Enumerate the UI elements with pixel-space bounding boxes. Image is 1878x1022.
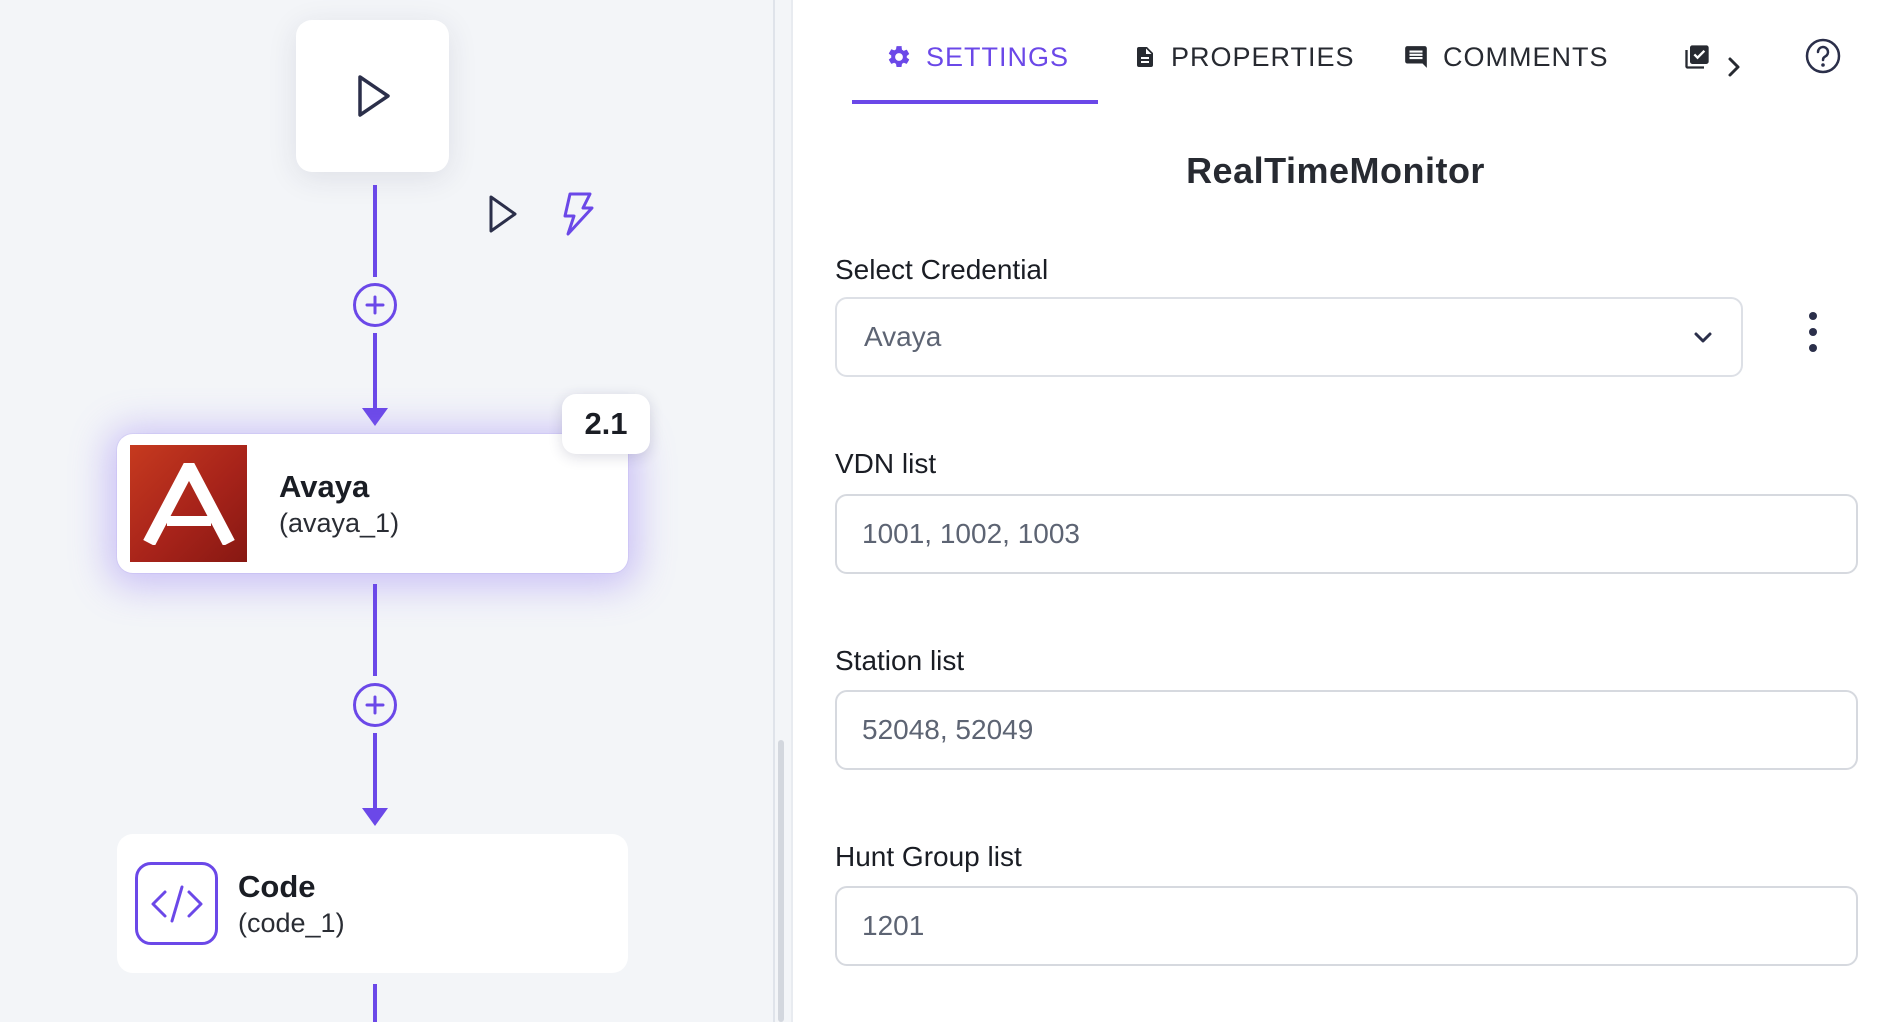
play-icon [357,75,390,117]
tab-label: SETTINGS [926,41,1070,72]
chevron-right-icon [1728,57,1740,77]
panel-title: RealTimeMonitor [1186,150,1485,191]
play-icon [489,195,517,233]
node-subtitle: (code_1) [238,907,345,938]
lightning-icon [563,192,594,236]
node-title: Avaya [279,468,370,504]
connector-line [373,333,377,413]
credential-selected-value: Avaya [864,321,942,352]
connector-line [373,984,377,1022]
hunt-group-list-label: Hunt Group list [835,841,1022,872]
code-node-text: Code (code_1) [238,868,345,940]
hunt-group-list-input[interactable] [835,886,1858,966]
document-icon [1137,47,1153,67]
plus-icon [365,695,385,715]
avaya-logo [130,445,247,562]
plus-icon [365,295,385,315]
app-root: Avaya (avaya_1) 2.1 Code (code_1) SETTIN… [0,0,1878,1022]
station-list-label: Station list [835,645,965,676]
run-step-button[interactable] [482,193,522,235]
vdn-list-input[interactable] [835,494,1858,574]
kebab-dot [1809,344,1817,352]
tab-more-checklist[interactable] [1683,30,1711,84]
scrollbar[interactable] [778,740,784,1022]
credential-select[interactable]: Avaya [835,297,1743,377]
tabs-scroll-right-button[interactable] [1721,50,1747,84]
connector-arrow [362,808,388,826]
tab-settings[interactable]: SETTINGS [886,30,1069,84]
comment-icon [1405,46,1427,68]
vdn-list-label: VDN list [835,448,937,479]
connector-arrow [362,408,388,426]
checklist-icon [1685,45,1709,69]
connector-line [373,584,377,676]
code-node[interactable]: Code (code_1) [117,834,628,973]
avaya-node[interactable]: Avaya (avaya_1) [117,434,628,573]
start-trigger-node[interactable] [296,20,449,172]
node-subtitle: (avaya_1) [279,507,400,538]
trigger-test-button[interactable] [558,190,598,238]
kebab-dot [1809,328,1817,336]
tab-properties[interactable]: PROPERTIES [1133,30,1355,84]
kebab-dot [1809,312,1817,320]
workflow-canvas[interactable]: Avaya (avaya_1) 2.1 Code (code_1) [0,0,773,1022]
settings-panel: SETTINGS PROPERTIES COMMENTS RealTimeMon… [793,0,1878,1022]
code-icon [135,862,218,945]
tab-comments[interactable]: COMMENTS [1403,30,1609,84]
add-step-button[interactable] [353,683,397,727]
gear-icon [888,46,910,67]
connector-line [373,185,377,277]
chevron-down-icon [1694,332,1712,343]
avaya-a-glyph [142,462,235,545]
version-badge: 2.1 [562,394,650,454]
active-tab-indicator [852,100,1098,104]
station-list-input[interactable] [835,690,1858,770]
avaya-node-text: Avaya (avaya_1) [279,468,399,540]
help-button[interactable] [1804,37,1842,75]
credential-label: Select Credential [835,254,1049,285]
tab-label: PROPERTIES [1171,41,1355,72]
connector-line [373,733,377,813]
tab-label: COMMENTS [1443,41,1609,72]
node-title: Code [238,868,316,904]
credential-more-options-button[interactable] [1798,304,1828,360]
add-step-button[interactable] [353,283,397,327]
help-icon [1805,38,1841,74]
